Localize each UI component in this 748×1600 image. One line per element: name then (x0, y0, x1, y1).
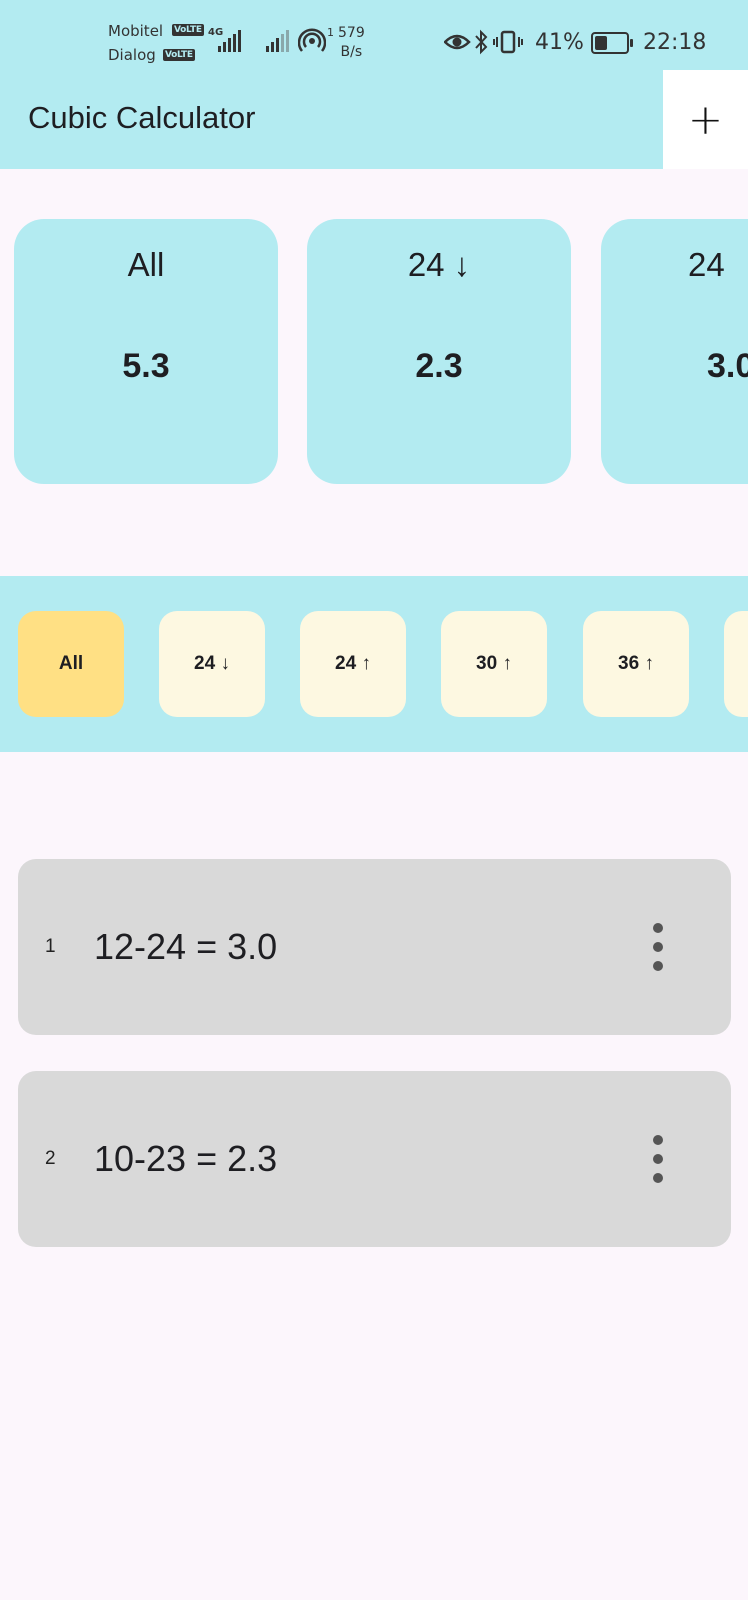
result-index: 2 (45, 1148, 56, 1169)
summary-card-24-up[interactable]: 24 3.0 (601, 219, 748, 484)
volte-badge-1: VoLTE (172, 24, 204, 36)
battery-percent: 41% (535, 30, 584, 55)
filter-chip-all[interactable]: All (18, 611, 124, 717)
carrier-name-2: Dialog (108, 46, 156, 64)
summary-cards: All 5.3 24 ↓ 2.3 24 3.0 (0, 219, 748, 484)
summary-card-value: 5.3 (122, 347, 170, 385)
clock: 22:18 (643, 30, 707, 55)
app-title: Cubic Calculator (28, 100, 256, 135)
speed-unit: B/s (340, 44, 363, 60)
summary-card-label: 24 (688, 246, 725, 283)
result-text: 12-24 = 3.0 (94, 926, 278, 967)
status-bar: Mobitel VoLTE Dialog VoLTE 4G 1 579 B/s … (0, 0, 748, 70)
eye-icon (444, 34, 471, 50)
filter-chip-24-up[interactable]: 24 ↑ (300, 611, 406, 717)
more-options-icon[interactable] (640, 919, 676, 975)
carrier-name-1: Mobitel (108, 22, 164, 40)
summary-card-label: 24 ↓ (407, 246, 471, 283)
filter-chip-36-up[interactable]: 36 ↑ (583, 611, 689, 717)
signal-strength-icon (218, 30, 241, 52)
result-index: 1 (45, 936, 56, 957)
filter-chip-next[interactable] (724, 611, 748, 717)
filter-chip-30-up[interactable]: 30 ↑ (441, 611, 547, 717)
speed-value: 579 (338, 25, 365, 41)
filter-chips: All 24 ↓ 24 ↑ 30 ↑ 36 ↑ (0, 576, 748, 752)
summary-card-value: 2.3 (415, 347, 463, 385)
vibrate-icon (493, 30, 523, 54)
more-options-icon[interactable] (640, 1131, 676, 1187)
network-speed: 579 B/s (338, 24, 365, 62)
result-list-item-1[interactable]: 1 12-24 = 3.0 (18, 859, 731, 1035)
result-text: 10-23 = 2.3 (94, 1138, 278, 1179)
result-list-item-2[interactable]: 2 10-23 = 2.3 (18, 1071, 731, 1247)
status-icons (444, 29, 523, 55)
filter-chip-24-down[interactable]: 24 ↓ (159, 611, 265, 717)
volte-badge-2: VoLTE (163, 49, 195, 61)
app-bar: Cubic Calculator + (0, 70, 748, 169)
summary-card-all[interactable]: All 5.3 (14, 219, 278, 484)
battery-fill (595, 36, 607, 50)
summary-card-label: All (127, 246, 165, 283)
plus-icon: + (687, 95, 724, 144)
summary-card-24-down[interactable]: 24 ↓ 2.3 (307, 219, 571, 484)
battery-icon (591, 32, 633, 54)
hotspot-icon (298, 28, 326, 52)
bluetooth-icon (475, 29, 488, 55)
hotspot-count: 1 (327, 26, 334, 39)
signal-strength-icon-2 (266, 30, 289, 52)
summary-card-value: 3.0 (707, 347, 748, 385)
add-button[interactable]: + (663, 70, 748, 169)
